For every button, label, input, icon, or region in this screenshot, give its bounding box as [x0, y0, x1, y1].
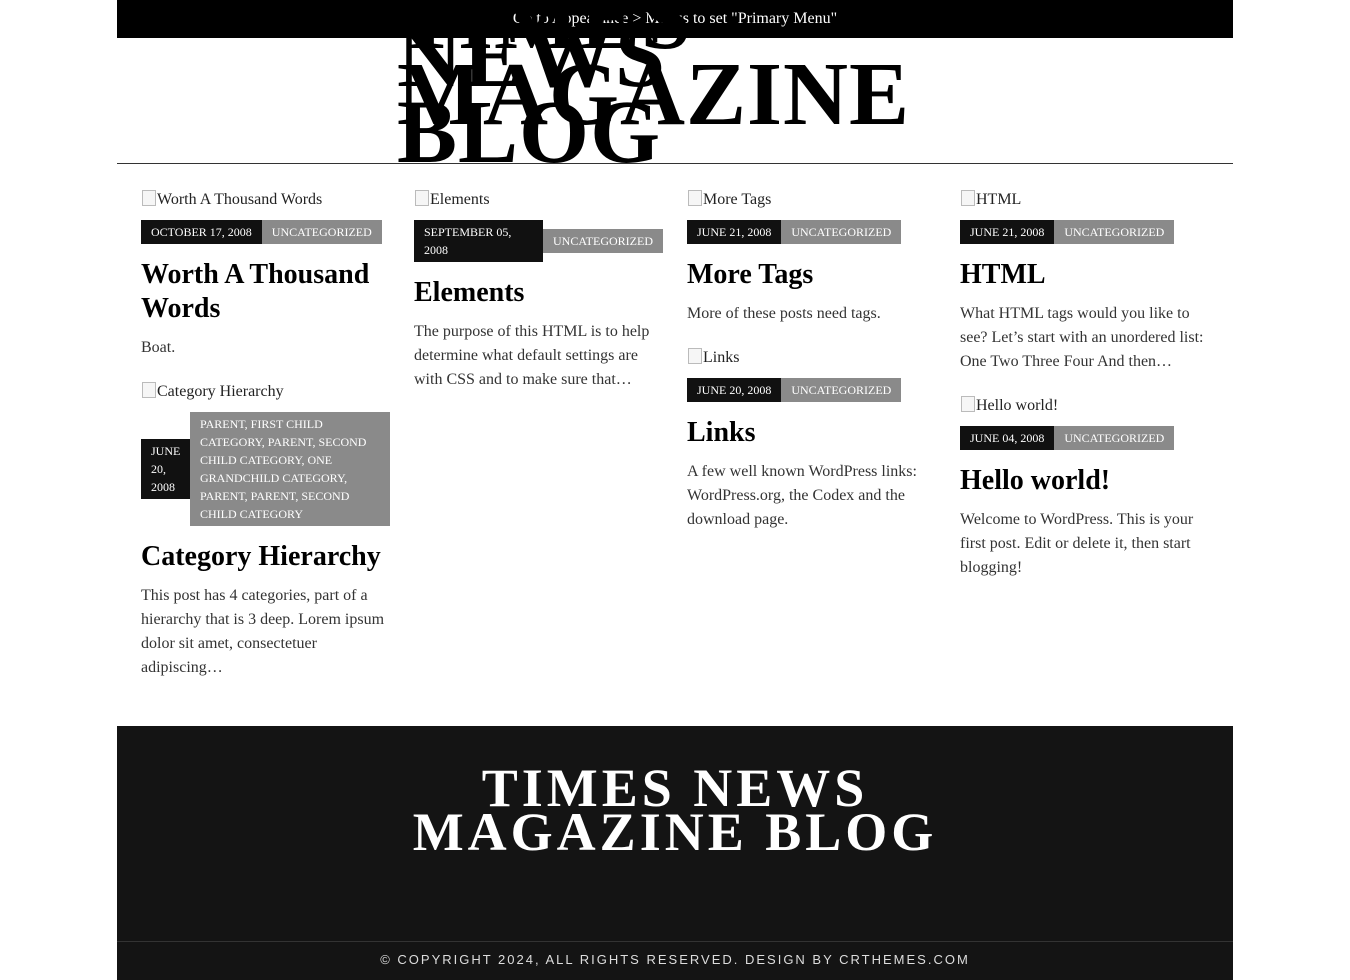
- page: Go to Appearance > Menus to set "Primary…: [117, 0, 1233, 980]
- broken-image-icon: [688, 190, 702, 206]
- broken-image-icon: [688, 348, 702, 364]
- post-title[interactable]: Elements: [414, 276, 663, 310]
- post-thumbnail[interactable]: Links: [687, 346, 739, 370]
- post-meta: JUNE 21, 2008 UNCATEGORIZED: [687, 220, 936, 244]
- post-column-1: Worth A Thousand Words OCTOBER 17, 2008 …: [141, 188, 390, 700]
- post-title[interactable]: Category Hierarchy: [141, 540, 390, 574]
- post-meta: JUNE 04, 2008 UNCATEGORIZED: [960, 426, 1209, 450]
- post-thumbnail[interactable]: Worth A Thousand Words: [141, 188, 322, 212]
- footer-title-line: MAGAZINE BLOG: [412, 802, 938, 862]
- post-card: Hello world! JUNE 04, 2008 UNCATEGORIZED…: [960, 394, 1209, 580]
- post-card: HTML JUNE 21, 2008 UNCATEGORIZED HTML Wh…: [960, 188, 1209, 374]
- footer-divider: [117, 941, 1233, 942]
- post-card: Worth A Thousand Words OCTOBER 17, 2008 …: [141, 188, 390, 360]
- post-title[interactable]: Links: [687, 416, 936, 450]
- post-meta: OCTOBER 17, 2008 UNCATEGORIZED: [141, 220, 390, 244]
- post-card: More Tags JUNE 21, 2008 UNCATEGORIZED Mo…: [687, 188, 936, 326]
- post-thumbnail[interactable]: Category Hierarchy: [141, 380, 284, 404]
- post-title[interactable]: More Tags: [687, 258, 936, 292]
- post-excerpt: This post has 4 categories, part of a hi…: [141, 587, 385, 676]
- site-title[interactable]: TIMES NEWS MAGAZINE BLOG: [397, 0, 957, 178]
- post-title[interactable]: Hello world!: [960, 464, 1209, 498]
- post-meta: JUNE 21, 2008 UNCATEGORIZED: [960, 220, 1209, 244]
- post-category[interactable]: UNCATEGORIZED: [781, 378, 902, 402]
- post-excerpt: What HTML tags would you like to see? Le…: [960, 305, 1204, 370]
- post-category[interactable]: UNCATEGORIZED: [1054, 426, 1175, 450]
- post-thumbnail[interactable]: Elements: [414, 188, 490, 212]
- post-thumbnail[interactable]: Hello world!: [960, 394, 1058, 418]
- broken-image-icon: [961, 190, 975, 206]
- post-meta: JUNE 20, 2008 UNCATEGORIZED: [687, 378, 936, 402]
- post-column-4: HTML JUNE 21, 2008 UNCATEGORIZED HTML Wh…: [960, 188, 1209, 600]
- post-thumbnail[interactable]: More Tags: [687, 188, 771, 212]
- site-header: TIMES NEWS MAGAZINE BLOG: [117, 0, 1233, 178]
- broken-image-icon: [961, 396, 975, 412]
- post-excerpt: Boat.: [141, 339, 176, 356]
- thumbnail-alt: More Tags: [703, 191, 772, 208]
- copyright-text: © COPYRIGHT 2024, ALL RIGHTS RESERVED. D…: [380, 952, 970, 967]
- post-excerpt: A few well known WordPress links: WordPr…: [687, 463, 917, 528]
- post-column-2: Elements SEPTEMBER 05, 2008 UNCATEGORIZE…: [414, 188, 663, 412]
- post-meta: SEPTEMBER 05, 2008 UNCATEGORIZED: [414, 220, 663, 262]
- post-date[interactable]: JUNE 20, 2008: [687, 378, 782, 402]
- post-excerpt: More of these posts need tags.: [687, 305, 881, 322]
- post-title[interactable]: Worth A Thousand Words: [141, 258, 390, 326]
- site-footer: TIMES NEWS MAGAZINE BLOG © COPYRIGHT 202…: [117, 726, 1233, 980]
- post-title[interactable]: HTML: [960, 258, 1209, 292]
- post-category[interactable]: UNCATEGORIZED: [543, 229, 663, 253]
- thumbnail-alt: Hello world!: [976, 397, 1059, 414]
- post-date[interactable]: JUNE 04, 2008: [960, 426, 1055, 450]
- broken-image-icon: [142, 382, 156, 398]
- thumbnail-alt: Elements: [430, 191, 490, 208]
- post-meta: JUNE 20, 2008 PARENT, FIRST CHILD CATEGO…: [141, 412, 390, 526]
- post-card: Elements SEPTEMBER 05, 2008 UNCATEGORIZE…: [414, 188, 663, 392]
- post-excerpt: The purpose of this HTML is to help dete…: [414, 323, 650, 388]
- post-category[interactable]: UNCATEGORIZED: [781, 220, 902, 244]
- post-date[interactable]: JUNE 21, 2008: [960, 220, 1055, 244]
- thumbnail-alt: Links: [703, 349, 740, 366]
- post-category[interactable]: UNCATEGORIZED: [1054, 220, 1175, 244]
- post-thumbnail[interactable]: HTML: [960, 188, 1021, 212]
- post-category[interactable]: PARENT, FIRST CHILD CATEGORY, PARENT, SE…: [190, 412, 390, 526]
- post-card: Links JUNE 20, 2008 UNCATEGORIZED Links …: [687, 346, 936, 532]
- post-card: Category Hierarchy JUNE 20, 2008 PARENT,…: [141, 380, 390, 680]
- post-column-3: More Tags JUNE 21, 2008 UNCATEGORIZED Mo…: [687, 188, 936, 552]
- post-date[interactable]: JUNE 21, 2008: [687, 220, 782, 244]
- broken-image-icon: [142, 190, 156, 206]
- footer-site-title[interactable]: TIMES NEWS MAGAZINE BLOG: [117, 761, 1233, 862]
- broken-image-icon: [415, 190, 429, 206]
- post-excerpt: Welcome to WordPress. This is your first…: [960, 511, 1194, 576]
- post-category[interactable]: UNCATEGORIZED: [261, 220, 382, 244]
- thumbnail-alt: HTML: [976, 191, 1022, 208]
- post-date[interactable]: SEPTEMBER 05, 2008: [414, 220, 543, 262]
- post-date[interactable]: JUNE 20, 2008: [141, 439, 190, 499]
- post-date[interactable]: OCTOBER 17, 2008: [141, 220, 262, 244]
- thumbnail-alt: Worth A Thousand Words: [157, 191, 323, 208]
- thumbnail-alt: Category Hierarchy: [157, 383, 284, 400]
